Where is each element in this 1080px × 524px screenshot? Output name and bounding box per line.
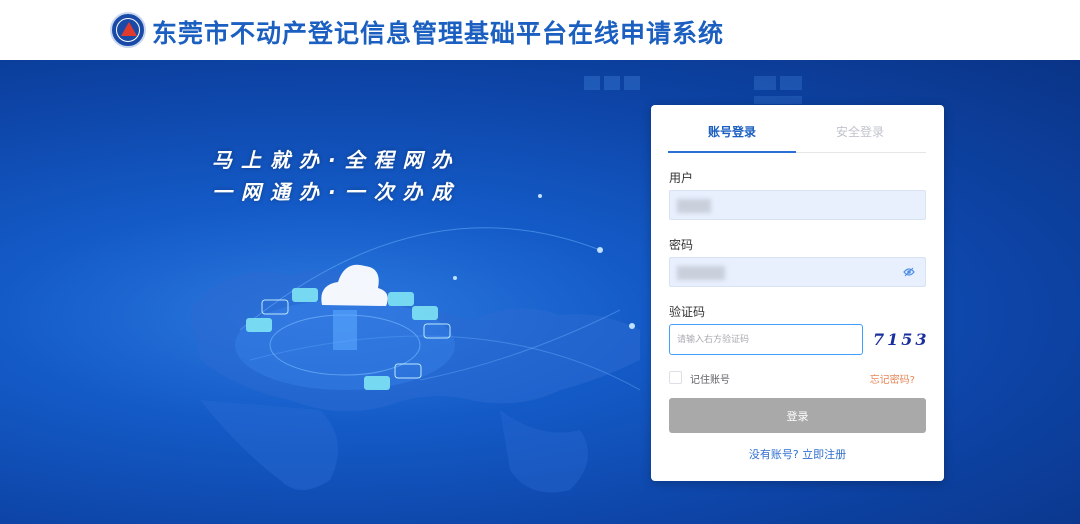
app-title: 东莞市不动产登记信息管理基础平台在线申请系统 [152,19,725,48]
emblem-icon [110,12,146,48]
register-link[interactable]: 没有账号? 立即注册 [651,446,944,462]
username-label: 用户 [669,171,694,185]
forgot-password-link[interactable]: 忘记密码? [870,371,915,386]
captcha-input[interactable] [669,324,863,355]
remember-checkbox[interactable] [669,371,682,384]
slogan-line-2: 一网通办·一次办成 [212,180,461,204]
password-field[interactable] [669,257,926,287]
slogan-line-1: 马上就办·全程网办 [212,148,461,172]
top-header: 东莞市不动产登记信息管理基础平台在线申请系统 [0,0,1080,60]
captcha-image[interactable]: 7153 [873,324,927,355]
remember-label[interactable]: 记住账号 [690,371,730,386]
tab-secure-login[interactable]: 安全登录 [796,123,924,140]
captcha-label: 验证码 [669,305,706,319]
active-tab-indicator [668,151,796,153]
masked-password [677,266,725,280]
username-field[interactable] [669,190,926,220]
password-label: 密码 [669,238,694,252]
masked-username [677,199,711,213]
login-button[interactable]: 登录 [669,398,926,433]
eye-icon[interactable] [903,267,915,277]
tab-account-login[interactable]: 账号登录 [668,123,796,140]
login-card: 账号登录 安全登录 用户 密码 验证码 7153 记住账号 忘记密码? 登录 没… [651,105,944,481]
